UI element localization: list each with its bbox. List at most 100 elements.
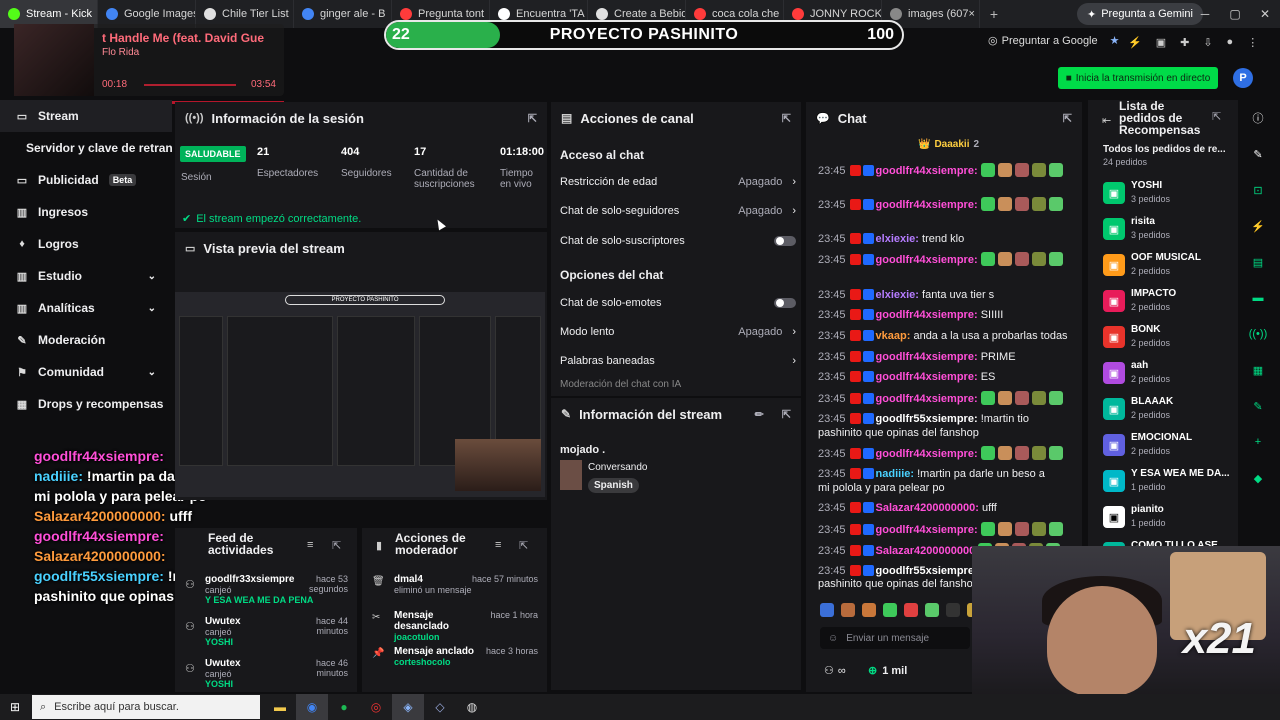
feed-item[interactable]: Uwutex canjeó YOSHI — [205, 616, 295, 647]
chat-user[interactable]: goodlfr55xsiempre: — [876, 413, 978, 425]
chat-user[interactable]: elxiexie: — [876, 233, 919, 245]
close-icon[interactable]: ✕ — [1250, 0, 1280, 28]
chat-users[interactable]: ⚇ ∞ — [824, 664, 846, 678]
steam-icon[interactable]: ◈ — [392, 694, 424, 720]
reward-item[interactable]: ▣ risita 3 pedidos — [1103, 216, 1233, 252]
ai-moderation-row[interactable]: Moderación del chat con IA — [560, 378, 796, 390]
chat-user[interactable]: goodlfr44xsiempre: — [876, 199, 978, 211]
chat-user[interactable]: goodlfr44xsiempre: — [876, 524, 978, 536]
emote-icon[interactable] — [820, 603, 834, 617]
reward-item[interactable]: ▣ BONK 2 pedidos — [1103, 324, 1233, 360]
chrome-icon[interactable]: ◉ — [296, 694, 328, 720]
target-icon[interactable]: ⊡ — [1244, 172, 1272, 208]
extension-icon[interactable]: ⚡ — [1128, 36, 1142, 49]
puzzle-icon[interactable]: ✚ — [1180, 36, 1189, 49]
filter-icon[interactable]: ≡ — [495, 539, 501, 551]
popout-icon[interactable]: ⇱ — [1212, 110, 1221, 123]
emote-icon[interactable] — [904, 603, 918, 617]
sidebar-item[interactable]: ▥ Estudio ⌄ — [0, 260, 172, 292]
sidebar-item[interactable]: ▥ Analíticas ⌄ — [0, 292, 172, 324]
chat-input[interactable]: ☺ Enviar un mensaje — [820, 627, 970, 649]
chat-user[interactable]: goodlfr44xsiempre: — [876, 448, 978, 460]
emote-icon[interactable] — [946, 603, 960, 617]
plus-icon[interactable]: + — [1244, 424, 1272, 460]
popout-icon[interactable]: ⇱ — [519, 539, 528, 552]
sidebar-item[interactable]: ▥ Ingresos — [0, 196, 172, 228]
popout-icon[interactable]: ⇱ — [782, 408, 791, 421]
channel-points[interactable]: ⊕ 1 mil — [868, 664, 907, 678]
go-live-button[interactable]: ■ Inicia la transmisión en directo — [1058, 67, 1218, 89]
chat-user[interactable]: goodlfr44xsiempre: — [876, 309, 978, 321]
chat-user[interactable]: vkaap: — [876, 330, 911, 342]
chat-user[interactable]: goodlfr44xsiempre: — [876, 371, 978, 383]
reward-item[interactable]: ▣ EMOCIONAL 2 pedidos — [1103, 432, 1233, 468]
emoji-icon[interactable]: ☺ — [828, 633, 838, 644]
sidebar-item-server-key[interactable]: Servidor y clave de retransmisión — [0, 132, 172, 164]
reward-item[interactable]: ▣ BLAAAK 2 pedidos — [1103, 396, 1233, 432]
spotify-icon[interactable]: ● — [328, 694, 360, 720]
emote-icon[interactable] — [862, 603, 876, 617]
collapse-icon[interactable]: ⇤ — [1102, 114, 1111, 127]
sidebar-item[interactable]: ▦ Drops y recompensas — [0, 388, 172, 420]
chat-user[interactable]: Salazar4200000000 — [876, 545, 976, 557]
chat-user[interactable]: goodlfr44xsiempre: — [876, 393, 978, 405]
reward-item[interactable]: ▣ aah 2 pedidos — [1103, 360, 1233, 396]
pen-icon[interactable]: ✎ — [1244, 136, 1272, 172]
popout-icon[interactable]: ⇱ — [528, 112, 537, 125]
emotes-only-toggle[interactable] — [774, 297, 796, 308]
taskbar-search[interactable]: ⌕ Escribe aquí para buscar. — [32, 695, 260, 719]
sidebar-item[interactable]: ♦ Logros — [0, 228, 172, 260]
sidebar-item[interactable]: ▭ Stream — [0, 100, 172, 132]
chevron-down-icon[interactable]: ⌄ — [148, 303, 156, 314]
bolt-icon[interactable]: ⚡ — [1244, 208, 1272, 244]
table-icon[interactable]: ▦ — [1244, 352, 1272, 388]
chat-user[interactable]: goodlfr44xsiempre: — [876, 351, 978, 363]
ask-google-button[interactable]: ◎ Preguntar a Google ★ — [988, 34, 1120, 48]
pinned-user[interactable]: 👑 Daaakii 2 — [918, 139, 979, 150]
minimize-icon[interactable]: ─ — [1190, 0, 1220, 28]
filter-icon[interactable]: ≡ — [307, 539, 313, 551]
reward-item[interactable]: ▣ Y ESA WEA ME DA... 1 pedido — [1103, 468, 1233, 504]
reward-item[interactable]: ▣ pianito 1 pedido — [1103, 504, 1233, 540]
all-rewards-label[interactable]: Todos los pedidos de re... — [1103, 144, 1227, 155]
slow-mode-row[interactable]: Modo lento Apagado › — [560, 317, 796, 346]
app-icon[interactable]: ◍ — [456, 694, 488, 720]
chevron-down-icon[interactable]: ⌄ — [148, 367, 156, 378]
banned-words-row[interactable]: Palabras baneadas › — [560, 346, 796, 375]
profile-icon[interactable]: ● — [1227, 36, 1234, 49]
app-icon[interactable]: ◇ — [424, 694, 456, 720]
chat-user[interactable]: elxiexie: — [876, 289, 919, 301]
reward-item[interactable]: ▣ IMPACTO 2 pedidos — [1103, 288, 1233, 324]
sidebar-item[interactable]: ▭ Publicidad Beta — [0, 164, 172, 196]
wrench-icon[interactable]: ✎ — [1244, 388, 1272, 424]
feed-item[interactable]: goodlfr33xsiempre canjeó Y ESA WEA ME DA P… — [205, 574, 313, 605]
chat-user[interactable]: goodlfr44xsiempre: — [876, 165, 978, 177]
sidebar-item[interactable]: ⚑ Comunidad ⌄ — [0, 356, 172, 388]
avatar[interactable]: P — [1233, 68, 1253, 88]
info-icon[interactable]: ⓘ — [1244, 100, 1272, 136]
popout-icon[interactable]: ⇱ — [782, 112, 791, 125]
maximize-icon[interactable]: ▢ — [1220, 0, 1250, 28]
emote-icon[interactable] — [841, 603, 855, 617]
broadcast-icon[interactable]: ((•)) — [1244, 316, 1272, 352]
extension-icon[interactable]: ▣ — [1156, 36, 1166, 49]
windows-start-icon[interactable]: ⊞ — [10, 700, 20, 714]
file-explorer-icon[interactable]: ▬ — [264, 694, 296, 720]
chat-user[interactable]: goodlfr44xsiempre: — [876, 254, 978, 266]
edit-icon[interactable]: ✏ — [755, 408, 764, 421]
followers-only-row[interactable]: Chat de solo-seguidores Apagado › — [560, 196, 796, 225]
chat-bubble-icon[interactable]: ▬ — [1244, 280, 1272, 316]
list-icon[interactable]: ▤ — [1244, 244, 1272, 280]
gemini-button[interactable]: ✦ Pregunta a Gemini — [1077, 3, 1203, 25]
popout-icon[interactable]: ⇱ — [332, 539, 341, 552]
download-icon[interactable]: ⇩ — [1203, 36, 1212, 49]
browser-tab[interactable]: ginger ale - B× — [294, 0, 392, 28]
reward-item[interactable]: ▣ YOSHI 3 pedidos — [1103, 180, 1233, 216]
emote-icon[interactable] — [883, 603, 897, 617]
sidebar-item[interactable]: ✎ Moderación — [0, 324, 172, 356]
gift-icon[interactable]: ◆ — [1244, 460, 1272, 496]
bookmark-star-icon[interactable]: ★ — [1110, 34, 1120, 47]
chevron-down-icon[interactable]: ⌄ — [148, 271, 156, 282]
popout-icon[interactable]: ⇱ — [1063, 112, 1072, 125]
chat-user[interactable]: nadiiie: — [876, 468, 915, 480]
